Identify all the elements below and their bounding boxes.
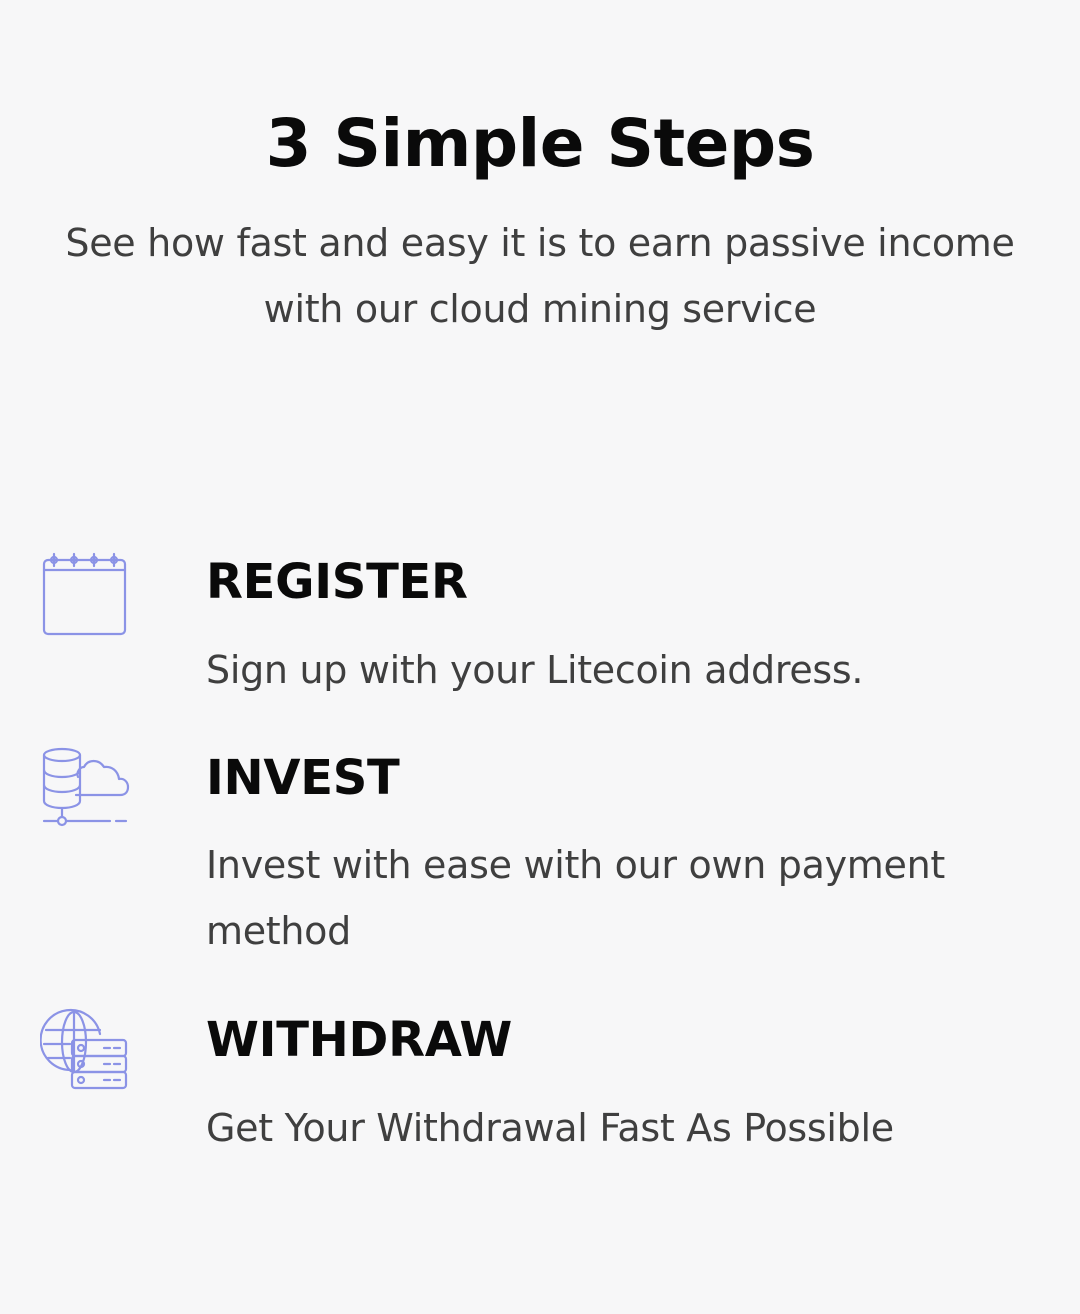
step-title: REGISTER (206, 554, 468, 610)
section-title: 3 Simple Steps (265, 105, 815, 182)
step-description: Invest with ease with our own payment me… (206, 843, 945, 953)
step-description: Get Your Withdrawal Fast As Possible (206, 1106, 894, 1150)
globe-server-icon (40, 1008, 130, 1098)
simple-steps-section: 3 Simple Steps See how fast and easy it … (0, 0, 1080, 1314)
section-subtitle: See how fast and easy it is to earn pass… (65, 221, 1015, 331)
step-title: WITHDRAW (206, 1012, 513, 1068)
step-title: INVEST (206, 750, 400, 806)
calendar-icon (40, 552, 130, 642)
step-description: Sign up with your Litecoin address. (206, 648, 864, 692)
database-cloud-icon (40, 745, 130, 835)
